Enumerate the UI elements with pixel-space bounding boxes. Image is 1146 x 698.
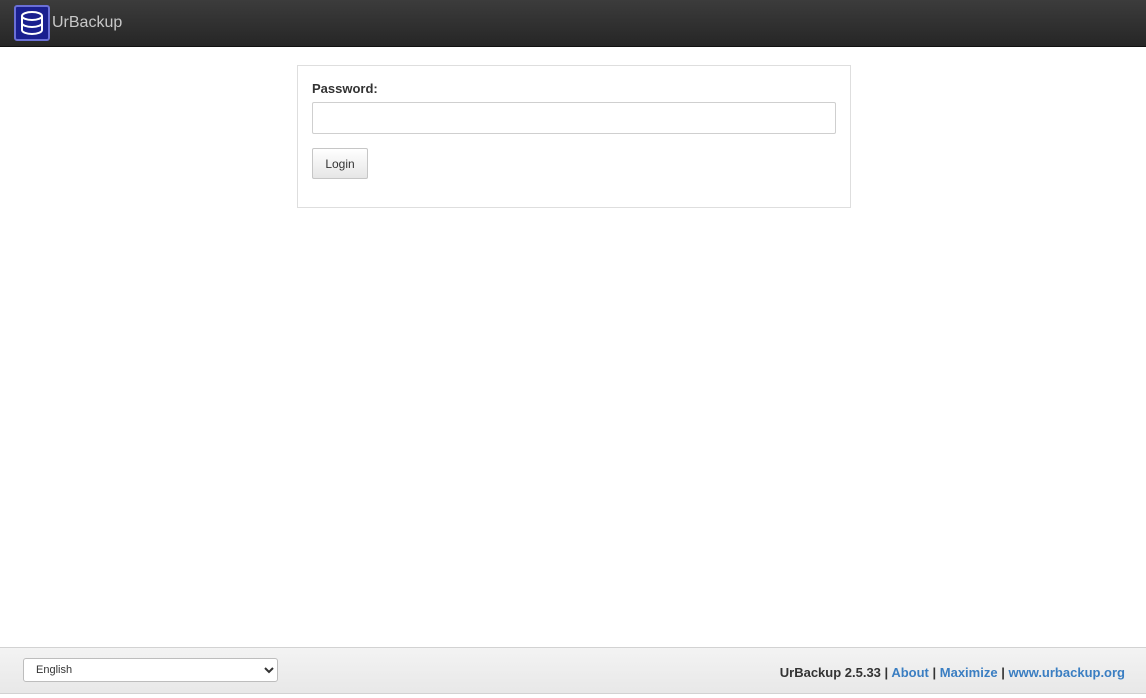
footer-links: UrBackup 2.5.33 | About | Maximize | www… — [780, 665, 1125, 680]
top-navbar: UrBackup — [0, 0, 1146, 47]
password-label: Password: — [312, 81, 378, 96]
brand-link[interactable]: UrBackup — [14, 5, 122, 41]
version-text: UrBackup 2.5.33 — [779, 665, 881, 680]
language-select[interactable]: English — [23, 658, 278, 682]
separator: | — [1001, 665, 1005, 680]
about-link[interactable]: About — [891, 665, 929, 680]
separator: | — [884, 665, 889, 680]
login-panel: Password: Login — [297, 65, 851, 208]
database-icon — [14, 5, 50, 41]
login-button[interactable]: Login — [312, 148, 368, 179]
password-input[interactable] — [312, 102, 836, 134]
website-link[interactable]: www.urbackup.org — [1008, 665, 1125, 680]
separator: | — [932, 665, 937, 680]
maximize-link[interactable]: Maximize — [940, 665, 998, 680]
brand-title: UrBackup — [52, 14, 123, 31]
footer-bar: English UrBackup 2.5.33 | About | Maximi… — [0, 647, 1146, 694]
